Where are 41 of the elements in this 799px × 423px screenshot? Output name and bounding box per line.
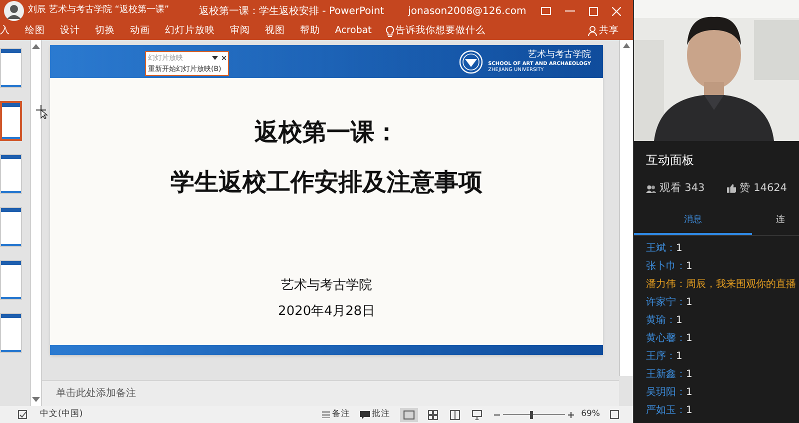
school-name: 艺术与考古学院 <box>527 50 591 60</box>
ribbon-tab[interactable]: 绘图 <box>25 24 45 38</box>
chat-message: 吴玥阳：1 <box>646 386 694 400</box>
chat-message: 严如玉：1 <box>646 404 694 418</box>
panel-tab[interactable]: 连 <box>752 208 787 235</box>
slide-title: 返校第一课： <box>254 117 398 148</box>
like-count: 赞 14624 <box>739 181 787 196</box>
chat-message: 黄心馨：1 <box>646 332 694 346</box>
viewer-count: 观看 343 <box>659 181 705 196</box>
language-label[interactable]: 中文(中国) <box>40 408 83 421</box>
comments-button[interactable]: 批注 <box>360 408 390 421</box>
account-name: jonason2008@126.com <box>408 4 526 18</box>
ribbon-tab[interactable]: 审阅 <box>230 24 250 38</box>
notes-placeholder: 单击此处添加备注 <box>56 386 136 401</box>
stream-label: 刘辰 艺术与考古学院 “返校第一课” <box>28 4 170 18</box>
chat-message: 王斌：1 <box>646 242 684 256</box>
chat-message: 潘力伟：周辰，我来围观你的直播 <box>646 278 797 292</box>
ribbon-tab[interactable]: 视图 <box>265 24 285 38</box>
zoom-level[interactable]: 69% <box>581 408 600 421</box>
chat-message: 王序：1 <box>646 350 684 364</box>
ribbon-tab[interactable]: 设计 <box>60 24 80 38</box>
ribbon-tab[interactable]: 切换 <box>95 24 115 38</box>
ribbon-tab[interactable]: 幻灯片放映 <box>165 24 215 38</box>
chat-message: 张卜巾：1 <box>646 260 694 274</box>
organizer-text: 艺术与考古学院 <box>281 277 372 295</box>
ribbon-tab[interactable]: 入 <box>0 24 10 38</box>
panel-tab[interactable]: 消息 <box>634 208 752 235</box>
chat-message: 王新鑫：1 <box>646 368 694 382</box>
chat-message: 许家宁：1 <box>646 296 694 310</box>
notes-button[interactable]: 备注 <box>322 408 350 421</box>
ribbon-tab[interactable]: Acrobat <box>335 24 372 38</box>
notes-pane[interactable]: 单击此处添加备注 <box>42 380 619 406</box>
ribbon-tab[interactable]: 帮助 <box>300 24 320 38</box>
chat-message: 黄瑜：1 <box>646 314 684 328</box>
share-button[interactable]: 共享 <box>588 24 619 38</box>
panel-title: 互动面板 <box>646 152 695 169</box>
ribbon-tab[interactable]: 动画 <box>130 24 150 38</box>
slide-title: 学生返校工作安排及注意事项 <box>170 167 482 198</box>
tell-me-field[interactable]: 告诉我你想要做什么 <box>396 24 486 38</box>
date-text: 2020年4月28日 <box>278 302 375 320</box>
window-title: 返校第一课：学生返校安排 - PowerPoint <box>199 4 384 18</box>
